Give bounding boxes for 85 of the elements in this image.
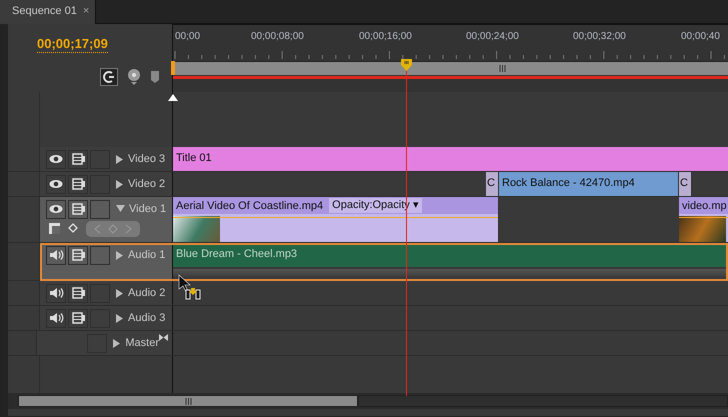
track-name: Audio 1 xyxy=(128,248,166,263)
filmstrip-icon xyxy=(72,287,84,299)
sync-lock-button[interactable] xyxy=(68,200,88,218)
filmstrip-icon xyxy=(72,153,84,165)
clip-name: Rock Balance - 42470.mp4 xyxy=(502,177,635,189)
expand-triangle-icon[interactable] xyxy=(116,288,124,298)
filmstrip-icon xyxy=(72,203,84,215)
expand-triangle-icon[interactable] xyxy=(116,154,124,164)
track-name: Video 1 xyxy=(129,202,166,217)
video-clip[interactable]: video.mp xyxy=(679,197,728,242)
snap-icon[interactable] xyxy=(100,68,118,86)
track-header[interactable]: Video 1 xyxy=(40,197,172,242)
clip-name: Blue Dream - Cheel.mp3 xyxy=(176,248,298,260)
sync-lock-button[interactable] xyxy=(68,308,88,328)
toggle-output-button[interactable] xyxy=(46,150,66,168)
toggle-output-button[interactable] xyxy=(46,174,66,194)
track-name: Master xyxy=(125,336,159,351)
keyframe-navigator xyxy=(86,221,140,237)
sync-lock-button[interactable] xyxy=(68,174,88,194)
track-header[interactable]: Video 2 xyxy=(40,172,172,196)
speaker-icon xyxy=(48,312,64,324)
eye-icon xyxy=(49,154,63,164)
collapse-triangle-icon[interactable] xyxy=(116,205,125,213)
ruler-label: 00;00;32;00 xyxy=(573,30,626,44)
speaker-icon xyxy=(48,249,64,261)
lock-toggle-button[interactable] xyxy=(90,246,110,264)
track-name: Audio 3 xyxy=(128,310,166,326)
expand-triangle-icon[interactable] xyxy=(116,180,124,188)
speaker-icon xyxy=(48,287,64,299)
marker-shield-icon[interactable] xyxy=(150,70,160,84)
sync-lock-button[interactable] xyxy=(68,150,88,168)
bowtie-icon xyxy=(159,334,168,341)
track-header[interactable]: Audio 3 xyxy=(40,306,172,330)
audio-clip[interactable]: Blue Dream - Cheel.mp3 xyxy=(173,243,728,267)
track-header[interactable]: Video 3 xyxy=(40,147,172,171)
in-point-icon xyxy=(168,94,178,101)
lock-toggle-button[interactable] xyxy=(90,200,110,218)
opacity-line xyxy=(679,217,728,218)
work-area-bar[interactable] xyxy=(173,61,728,75)
clip-name: C xyxy=(680,177,688,189)
scrollbar-thumb[interactable] xyxy=(18,395,358,407)
track-header[interactable]: Master xyxy=(37,331,172,355)
clip-name: Aerial Video Of Coastline.mp4 xyxy=(176,199,324,213)
sync-lock-button[interactable] xyxy=(68,284,88,302)
eye-icon xyxy=(49,204,63,214)
track-name: Video 2 xyxy=(128,176,166,192)
expand-triangle-icon[interactable] xyxy=(116,250,124,260)
sync-lock-button[interactable] xyxy=(68,246,88,264)
filmstrip-icon xyxy=(72,249,84,261)
filmstrip-icon xyxy=(72,178,84,190)
grip-icon xyxy=(499,65,506,72)
ruler-label: 00;00;16;00 xyxy=(359,30,412,44)
title-clip[interactable]: Title 01 xyxy=(173,147,728,171)
grip-icon xyxy=(184,398,192,404)
toggle-output-button[interactable] xyxy=(46,246,66,264)
track-header[interactable]: Audio 1 xyxy=(40,243,172,280)
track-name: Video 3 xyxy=(128,152,166,167)
transition-clip[interactable]: C xyxy=(486,172,499,196)
sequence-tab[interactable]: Sequence 01 xyxy=(0,0,81,24)
video-thumbnail xyxy=(173,216,220,242)
playhead-handle[interactable] xyxy=(401,59,412,71)
expand-triangle-icon[interactable] xyxy=(116,314,124,322)
expand-triangle-icon[interactable] xyxy=(113,338,122,348)
track-header[interactable]: Audio 2 xyxy=(40,281,172,305)
clip-name: Title 01 xyxy=(176,152,212,164)
ruler-label: 00;00;08;00 xyxy=(251,30,304,44)
keyframe-icon xyxy=(68,222,80,236)
toggle-output-button[interactable] xyxy=(46,284,66,302)
toggle-output-button[interactable] xyxy=(46,308,66,328)
eye-icon xyxy=(49,179,63,189)
video-thumbnail xyxy=(679,216,726,242)
ruler-label: 00;00;40 xyxy=(681,30,720,44)
display-style-icon xyxy=(48,222,62,236)
filmstrip-icon xyxy=(72,312,84,324)
video-clip[interactable]: Rock Balance - 42470.mp4 xyxy=(499,172,679,196)
clip-name: video.mp xyxy=(682,199,727,213)
transition-clip[interactable]: C xyxy=(679,172,692,196)
toggle-output-button[interactable] xyxy=(46,200,66,218)
in-point-marker[interactable] xyxy=(171,61,175,75)
marker-icon[interactable] xyxy=(127,68,141,86)
track-name: Audio 2 xyxy=(128,286,166,301)
timecode-display[interactable]: 00;00;17;09 xyxy=(37,36,108,53)
ruler-label: 00;00;24;00 xyxy=(466,30,519,44)
clip-name: C xyxy=(487,177,495,189)
ruler-label: 00;00 xyxy=(175,30,200,44)
